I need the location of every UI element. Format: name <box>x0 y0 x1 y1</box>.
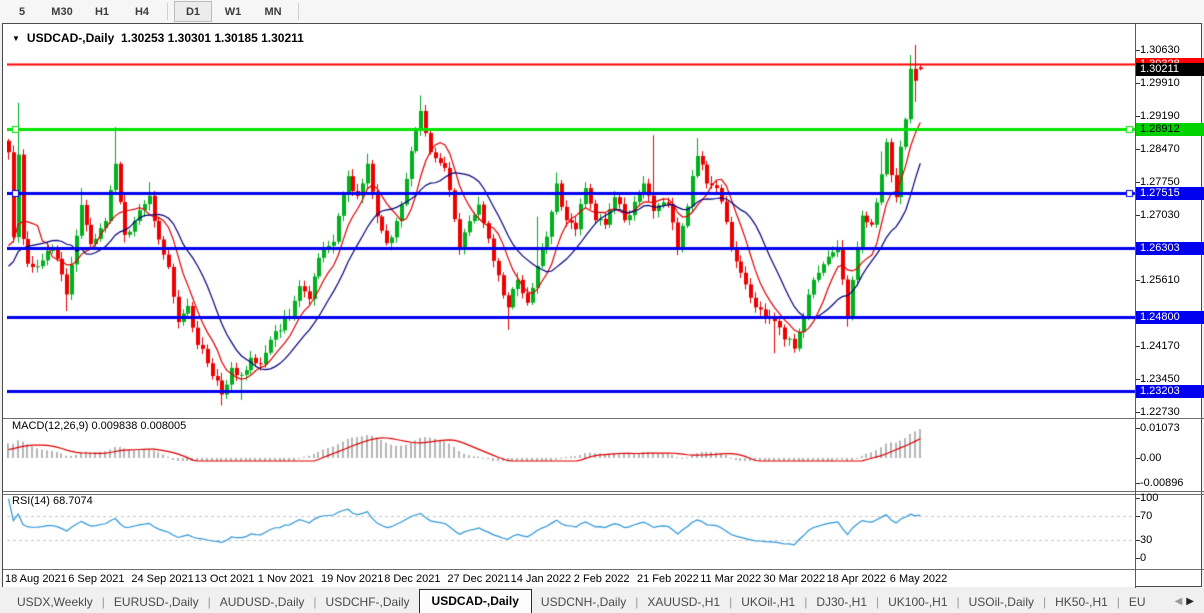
date-axis-label: 30 Mar 2022 <box>763 573 825 585</box>
tab-xauusd-h1[interactable]: XAUUSD-,H1 <box>638 592 729 613</box>
rsi-tick-mark <box>1136 558 1140 559</box>
price-level-badge: 1.26303 <box>1136 242 1204 255</box>
tab-scroll-right-icon[interactable]: ▶ <box>1186 596 1198 607</box>
date-axis-label: 18 Aug 2021 <box>5 573 67 585</box>
timeframe-button-w1[interactable]: W1 <box>214 1 252 22</box>
tab-usdx-weekly[interactable]: USDX,Weekly <box>8 592 102 613</box>
timeframe-button-h1[interactable]: H1 <box>83 1 121 22</box>
price-tick-label: 1.29190 <box>1140 110 1180 122</box>
tab-eurusd-daily[interactable]: EURUSD-,Daily <box>105 592 208 613</box>
timeframe-button-m30[interactable]: M30 <box>43 1 81 22</box>
date-axis-label: 13 Oct 2021 <box>195 573 255 585</box>
date-axis-label: 1 Nov 2021 <box>258 573 314 585</box>
date-axis-label: 2 Feb 2022 <box>574 573 630 585</box>
tab-eu[interactable]: EU <box>1120 592 1155 613</box>
panel-separator-line <box>3 418 1204 419</box>
price-level-badge: 1.27515 <box>1136 187 1204 200</box>
price-level-badge: 1.24800 <box>1136 311 1204 324</box>
rsi-tick-mark <box>1136 516 1140 517</box>
price-tick-label: 1.25610 <box>1140 274 1180 286</box>
tab-usoil-daily[interactable]: USOil-,Daily <box>960 592 1043 613</box>
date-axis-label: 6 Sep 2021 <box>68 573 124 585</box>
tab-usdchf-daily[interactable]: USDCHF-,Daily <box>317 592 419 613</box>
chart-ohlc-values: 1.30253 1.30301 1.30185 1.30211 <box>121 31 304 45</box>
macd-tick-mark <box>1136 428 1140 429</box>
date-axis-label: 21 Feb 2022 <box>637 573 699 585</box>
tab-scroll-buttons: ◀▶ <box>1175 596 1198 607</box>
timeframe-button-mn[interactable]: MN <box>254 1 292 22</box>
date-axis-label: 11 Mar 2022 <box>700 573 761 585</box>
date-axis-label: 18 Apr 2022 <box>827 573 886 585</box>
tab-uk100-h1[interactable]: UK100-,H1 <box>879 592 956 613</box>
panel-separator-line <box>3 494 1204 495</box>
macd-axis-label: 0.00 <box>1140 452 1161 464</box>
tab-scroll-left-icon[interactable]: ◀ <box>1175 596 1187 607</box>
rsi-indicator-label: RSI(14) 68.7074 <box>12 495 93 507</box>
tab-audusd-daily[interactable]: AUDUSD-,Daily <box>211 592 314 613</box>
price-tick-label: 1.29910 <box>1140 77 1180 89</box>
date-axis-label: 14 Jan 2022 <box>511 573 572 585</box>
price-level-badge: 1.28912 <box>1136 123 1204 136</box>
chart-symbol-label: USDCAD-,Daily <box>27 31 114 45</box>
price-level-badge: 1.23203 <box>1136 385 1204 398</box>
rsi-axis-label: 100 <box>1140 492 1158 504</box>
tab-ukoil-h1[interactable]: UKOil-,H1 <box>732 592 804 613</box>
date-axis-label: 24 Sep 2021 <box>131 573 193 585</box>
macd-tick-mark <box>1136 483 1140 484</box>
tab-usdcnh-daily[interactable]: USDCNH-,Daily <box>532 592 635 613</box>
timeframe-toolbar: 5M30H1H4 D1W1MN <box>0 0 1204 23</box>
macd-indicator-label: MACD(12,26,9) 0.009838 0.008005 <box>12 420 186 432</box>
macd-tick-mark <box>1136 458 1140 459</box>
tab-hk50-h1[interactable]: HK50-,H1 <box>1046 592 1117 613</box>
trading-terminal: 5M30H1H4 D1W1MN ▼ USDCAD-,Daily 1.30253 1.… <box>0 0 1204 613</box>
price-tick-label: 1.28470 <box>1140 143 1180 155</box>
price-level-badge: 1.30211 <box>1136 63 1204 76</box>
price-tick-label: 1.22730 <box>1140 406 1180 418</box>
rsi-tick-mark <box>1136 540 1140 541</box>
price-tick-label: 1.30630 <box>1140 44 1180 56</box>
rsi-axis-label: 0 <box>1140 552 1146 564</box>
tab-dj30-h1[interactable]: DJ30-,H1 <box>807 592 876 613</box>
price-tick-label: 1.27030 <box>1140 209 1180 221</box>
timeframe-button-h4[interactable]: H4 <box>123 1 161 22</box>
date-axis-label: 8 Dec 2021 <box>384 573 440 585</box>
price-tick-label: 1.23450 <box>1140 373 1180 385</box>
toolbar-separator <box>167 3 168 20</box>
macd-axis-label: -0.00896 <box>1140 477 1183 489</box>
date-axis: 18 Aug 20216 Sep 2021 24 Sep 202113 Oct 2… <box>3 570 1135 587</box>
chart-dropdown-icon[interactable]: ▼ <box>12 34 20 43</box>
panel-separator-line <box>3 491 1204 492</box>
date-axis-label: 27 Dec 2021 <box>447 573 509 585</box>
price-chart-canvas[interactable] <box>7 29 1135 570</box>
date-axis-label: 19 Nov 2021 <box>321 573 383 585</box>
tab-usdcad-daily[interactable]: USDCAD-,Daily <box>419 589 532 613</box>
toolbar-separator <box>298 3 299 20</box>
macd-axis-label: 0.01073 <box>1140 422 1180 434</box>
timeframe-button-d1[interactable]: D1 <box>174 1 212 22</box>
timeframe-button-5[interactable]: 5 <box>3 1 41 22</box>
rsi-axis-label: 70 <box>1140 510 1152 522</box>
date-axis-label: 6 May 2022 <box>890 573 947 585</box>
rsi-tick-mark <box>1136 498 1140 499</box>
price-tick-label: 1.24170 <box>1140 340 1180 352</box>
chart-title: ▼ USDCAD-,Daily 1.30253 1.30301 1.30185 1… <box>12 31 304 45</box>
rsi-axis-label: 30 <box>1140 534 1152 546</box>
axis-separator <box>1135 23 1136 588</box>
symbol-tabbar: USDX,Weekly|EURUSD-,Daily|AUDUSD-,Daily|… <box>0 588 1204 613</box>
